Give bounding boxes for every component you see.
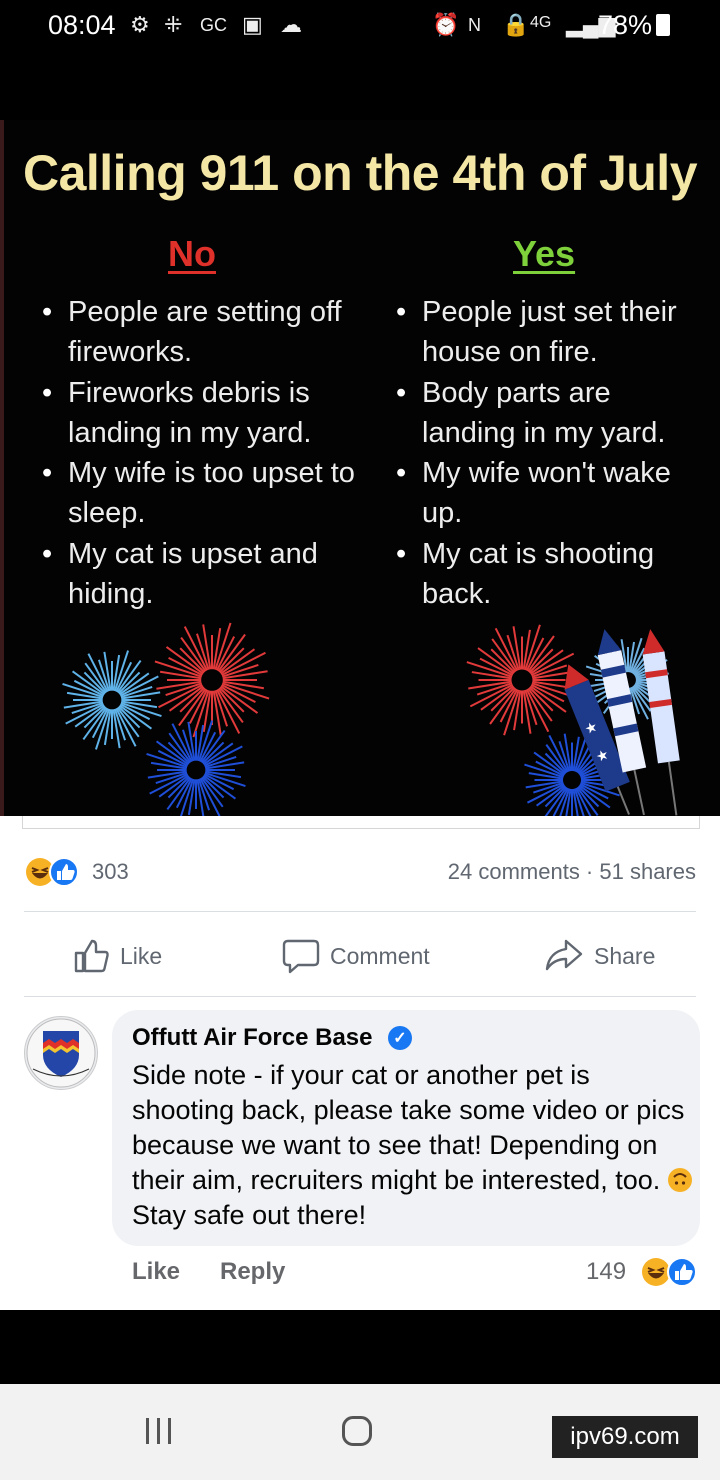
comments-shares-count[interactable]: 24 comments · 51 shares — [448, 859, 696, 885]
comment-text-main: Side note - if your cat or another pet i… — [132, 1060, 685, 1195]
comment-like-link[interactable]: Like — [132, 1258, 180, 1286]
upside-down-face-icon — [667, 1168, 692, 1192]
settings-gear-icon: ⚙ — [130, 12, 150, 37]
nfc-icon: N — [468, 15, 481, 35]
rockets-icon: ★ ★ — [564, 629, 680, 816]
home-button[interactable] — [342, 1416, 372, 1446]
network-type: 4G — [530, 14, 552, 31]
share-button[interactable]: Share — [544, 934, 655, 978]
comment-text: Side note - if your cat or another pet i… — [132, 1058, 692, 1233]
status-time: 08:04 — [48, 10, 116, 40]
comment-bubble-icon — [282, 939, 320, 974]
cloud-icon: ☁ — [280, 12, 302, 37]
comment-reply-link[interactable]: Reply — [220, 1258, 285, 1286]
battery-percent: 78% — [598, 10, 653, 40]
comment-button[interactable]: Comment — [282, 934, 430, 978]
share-label: Share — [594, 942, 656, 969]
commenter-name[interactable]: Offutt Air Force Base — [132, 1024, 372, 1052]
dots-grid-icon: ⁜ — [164, 12, 183, 37]
lock-icon: 🔒 — [502, 12, 530, 37]
reaction-count[interactable]: 303 — [92, 859, 129, 885]
reaction-icons — [26, 857, 79, 887]
status-bar: 08:04 ⚙ ⁜ GC ▣ ☁ ⏰ N 🔒 4G ▂▄▆ 78% — [0, 0, 720, 52]
comment-text-end: Stay safe out there! — [132, 1200, 367, 1230]
watermark: ipv69.com — [552, 1416, 698, 1458]
commenter-avatar[interactable] — [24, 1016, 98, 1090]
gallery-icon: ▣ — [242, 12, 263, 37]
like-button[interactable]: Like — [72, 934, 162, 978]
recent-apps-icon[interactable] — [143, 1416, 175, 1446]
alarm-icon: ⏰ — [432, 12, 460, 37]
air-force-emblem-icon — [26, 1018, 96, 1088]
thumbs-up-icon — [74, 939, 109, 973]
battery-icon — [656, 14, 670, 36]
post-image[interactable]: Calling 911 on the 4th of July No Yes Pe… — [0, 120, 720, 816]
fireworks-illustration: ★ ★ — [62, 622, 680, 816]
verified-badge-icon: ✓ — [388, 1026, 412, 1050]
comment-label: Comment — [330, 942, 430, 969]
comment-reaction-icons — [642, 1257, 697, 1287]
gc-app-icon: GC — [200, 15, 227, 35]
comment-reaction-count[interactable]: 149 — [586, 1258, 626, 1286]
share-arrow-icon — [545, 939, 583, 971]
like-label: Like — [120, 942, 163, 969]
